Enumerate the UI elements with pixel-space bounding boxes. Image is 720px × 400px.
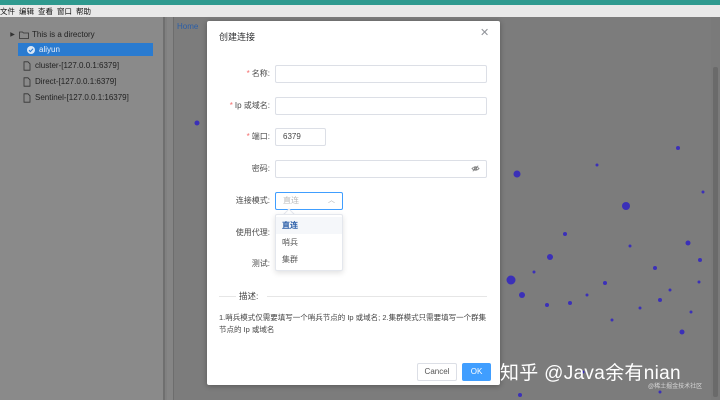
- port-input[interactable]: 6379: [275, 128, 326, 146]
- port-label: * 端口:: [246, 132, 270, 141]
- mode-select[interactable]: 直连 ︿: [275, 192, 343, 210]
- host-input[interactable]: [275, 97, 487, 115]
- required-mark: *: [246, 69, 250, 78]
- password-label: 密码:: [251, 164, 270, 173]
- ok-button[interactable]: OK: [462, 363, 491, 381]
- description-title: 描述:: [239, 291, 259, 301]
- test-label: 测试:: [251, 259, 270, 268]
- required-mark: *: [229, 101, 233, 110]
- name-input[interactable]: [275, 65, 487, 83]
- divider: [219, 296, 236, 297]
- chevron-up-icon: ︿: [328, 197, 335, 204]
- password-input[interactable]: [275, 160, 487, 178]
- dialog-title: 创建连接: [219, 32, 256, 42]
- mode-label: 连接模式:: [235, 196, 270, 205]
- mode-option-direct[interactable]: 直连: [276, 217, 342, 234]
- host-label: * Ip 或域名:: [229, 101, 270, 110]
- watermark-subtext: @稀土掘金技术社区: [648, 384, 703, 390]
- mode-option-cluster[interactable]: 集群: [276, 251, 342, 268]
- mode-select-placeholder: 直连: [283, 196, 299, 205]
- proxy-label: 使用代理:: [235, 228, 270, 237]
- eye-hidden-icon[interactable]: [471, 162, 480, 178]
- name-label: * 名称:: [246, 69, 270, 78]
- cancel-button[interactable]: Cancel: [417, 363, 457, 381]
- mode-dropdown: 直连 哨兵 集群: [275, 214, 343, 271]
- vertical-scrollbar[interactable]: [711, 17, 720, 400]
- description-text: 1.哨兵模式仅需要填写一个哨兵节点的 Ip 或域名; 2.集群模式只需要填写一个…: [219, 313, 487, 334]
- required-mark: *: [246, 132, 250, 141]
- divider: [267, 296, 487, 297]
- scrollbar-thumb[interactable]: [713, 67, 718, 397]
- mode-option-sentinel[interactable]: 哨兵: [276, 234, 342, 251]
- close-icon[interactable]: ✕: [480, 28, 489, 39]
